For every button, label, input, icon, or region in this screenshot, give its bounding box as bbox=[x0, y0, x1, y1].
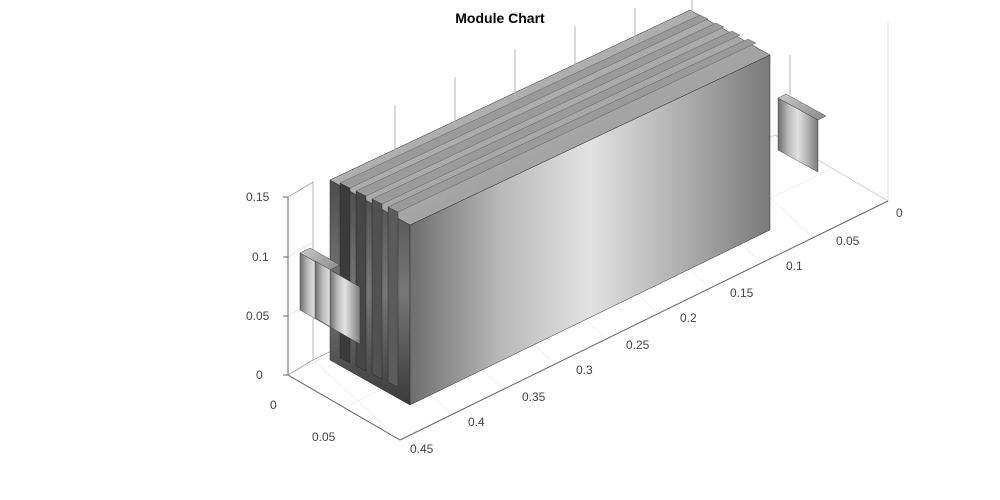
x-tick-025: 0.25 bbox=[626, 338, 649, 352]
x-tick-03: 0.3 bbox=[576, 363, 593, 377]
chart-title: Module Chart bbox=[0, 10, 1000, 26]
x-tick-035: 0.35 bbox=[522, 390, 545, 404]
y-tick-1: 0.05 bbox=[312, 430, 335, 444]
chart-plot-area bbox=[0, 0, 1000, 500]
x-tick-02: 0.2 bbox=[680, 311, 697, 325]
z-tick-2: 0.1 bbox=[252, 250, 269, 264]
z-tick-3: 0.15 bbox=[246, 190, 269, 204]
x-tick-015: 0.15 bbox=[730, 286, 753, 300]
x-tick-04: 0.4 bbox=[468, 415, 485, 429]
x-tick-01: 0.1 bbox=[786, 259, 803, 273]
x-tick-005: 0.05 bbox=[836, 234, 859, 248]
z-tick-1: 0.05 bbox=[246, 309, 269, 323]
z-tick-0: 0 bbox=[256, 368, 263, 382]
x-tick-045: 0.45 bbox=[410, 442, 433, 456]
module-chart: Module Chart bbox=[0, 0, 1000, 500]
x-tick-0: 0 bbox=[896, 206, 903, 220]
y-tick-0: 0 bbox=[270, 398, 277, 412]
